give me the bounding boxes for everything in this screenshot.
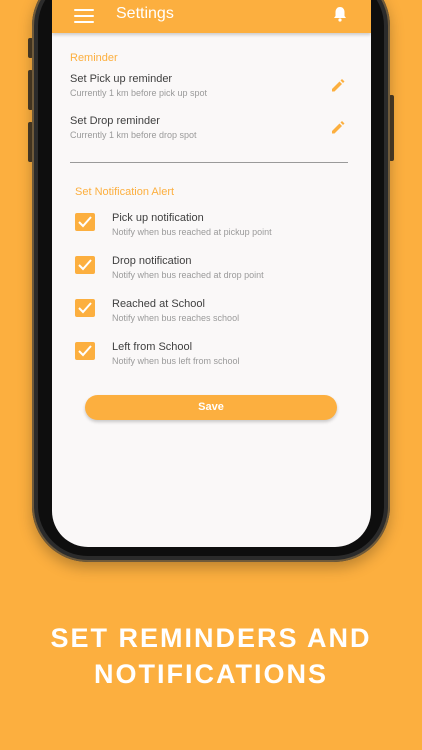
notification-title: Reached at School bbox=[112, 298, 205, 310]
caption-line-1: SET REMINDERS AND bbox=[50, 623, 372, 653]
reminder-title: Set Drop reminder bbox=[70, 115, 160, 127]
checkbox-checked[interactable] bbox=[75, 256, 95, 274]
page-title: Settings bbox=[116, 5, 174, 22]
check-icon bbox=[78, 216, 92, 228]
check-icon bbox=[78, 302, 92, 314]
notification-section-label: Set Notification Alert bbox=[75, 186, 175, 198]
caption-line-2: NOTIFICATIONS bbox=[94, 659, 328, 689]
reminder-subtitle: Currently 1 km before pick up spot bbox=[70, 88, 208, 98]
app-bar: Settings bbox=[52, 0, 371, 33]
notification-title: Pick up notification bbox=[112, 212, 204, 224]
section-divider bbox=[70, 162, 348, 163]
checkbox-checked[interactable] bbox=[75, 213, 95, 231]
notification-subtitle: Notify when bus reached at pickup point bbox=[112, 227, 272, 237]
checkbox-checked[interactable] bbox=[75, 342, 95, 360]
bell-icon[interactable] bbox=[333, 6, 347, 22]
hamburger-menu-icon[interactable] bbox=[74, 9, 94, 23]
notification-title: Drop notification bbox=[112, 255, 192, 267]
notification-title: Left from School bbox=[112, 341, 193, 353]
marketing-caption: SET REMINDERS AND NOTIFICATIONS bbox=[0, 620, 422, 692]
checkbox-checked[interactable] bbox=[75, 299, 95, 317]
app-screen: Settings Reminder Set Pick up reminder C… bbox=[52, 0, 371, 547]
check-icon bbox=[78, 345, 92, 357]
notification-subtitle: Notify when bus reached at drop point bbox=[112, 270, 264, 280]
edit-pencil-icon[interactable] bbox=[330, 119, 346, 135]
notification-subtitle: Notify when bus reaches school bbox=[112, 313, 240, 323]
edit-pencil-icon[interactable] bbox=[330, 77, 346, 93]
notification-subtitle: Notify when bus left from school bbox=[112, 356, 240, 366]
check-icon bbox=[78, 259, 92, 271]
reminder-subtitle: Currently 1 km before drop spot bbox=[70, 130, 197, 140]
reminder-title: Set Pick up reminder bbox=[70, 73, 173, 85]
reminder-section-label: Reminder bbox=[70, 52, 118, 64]
save-button[interactable]: Save bbox=[85, 395, 337, 420]
